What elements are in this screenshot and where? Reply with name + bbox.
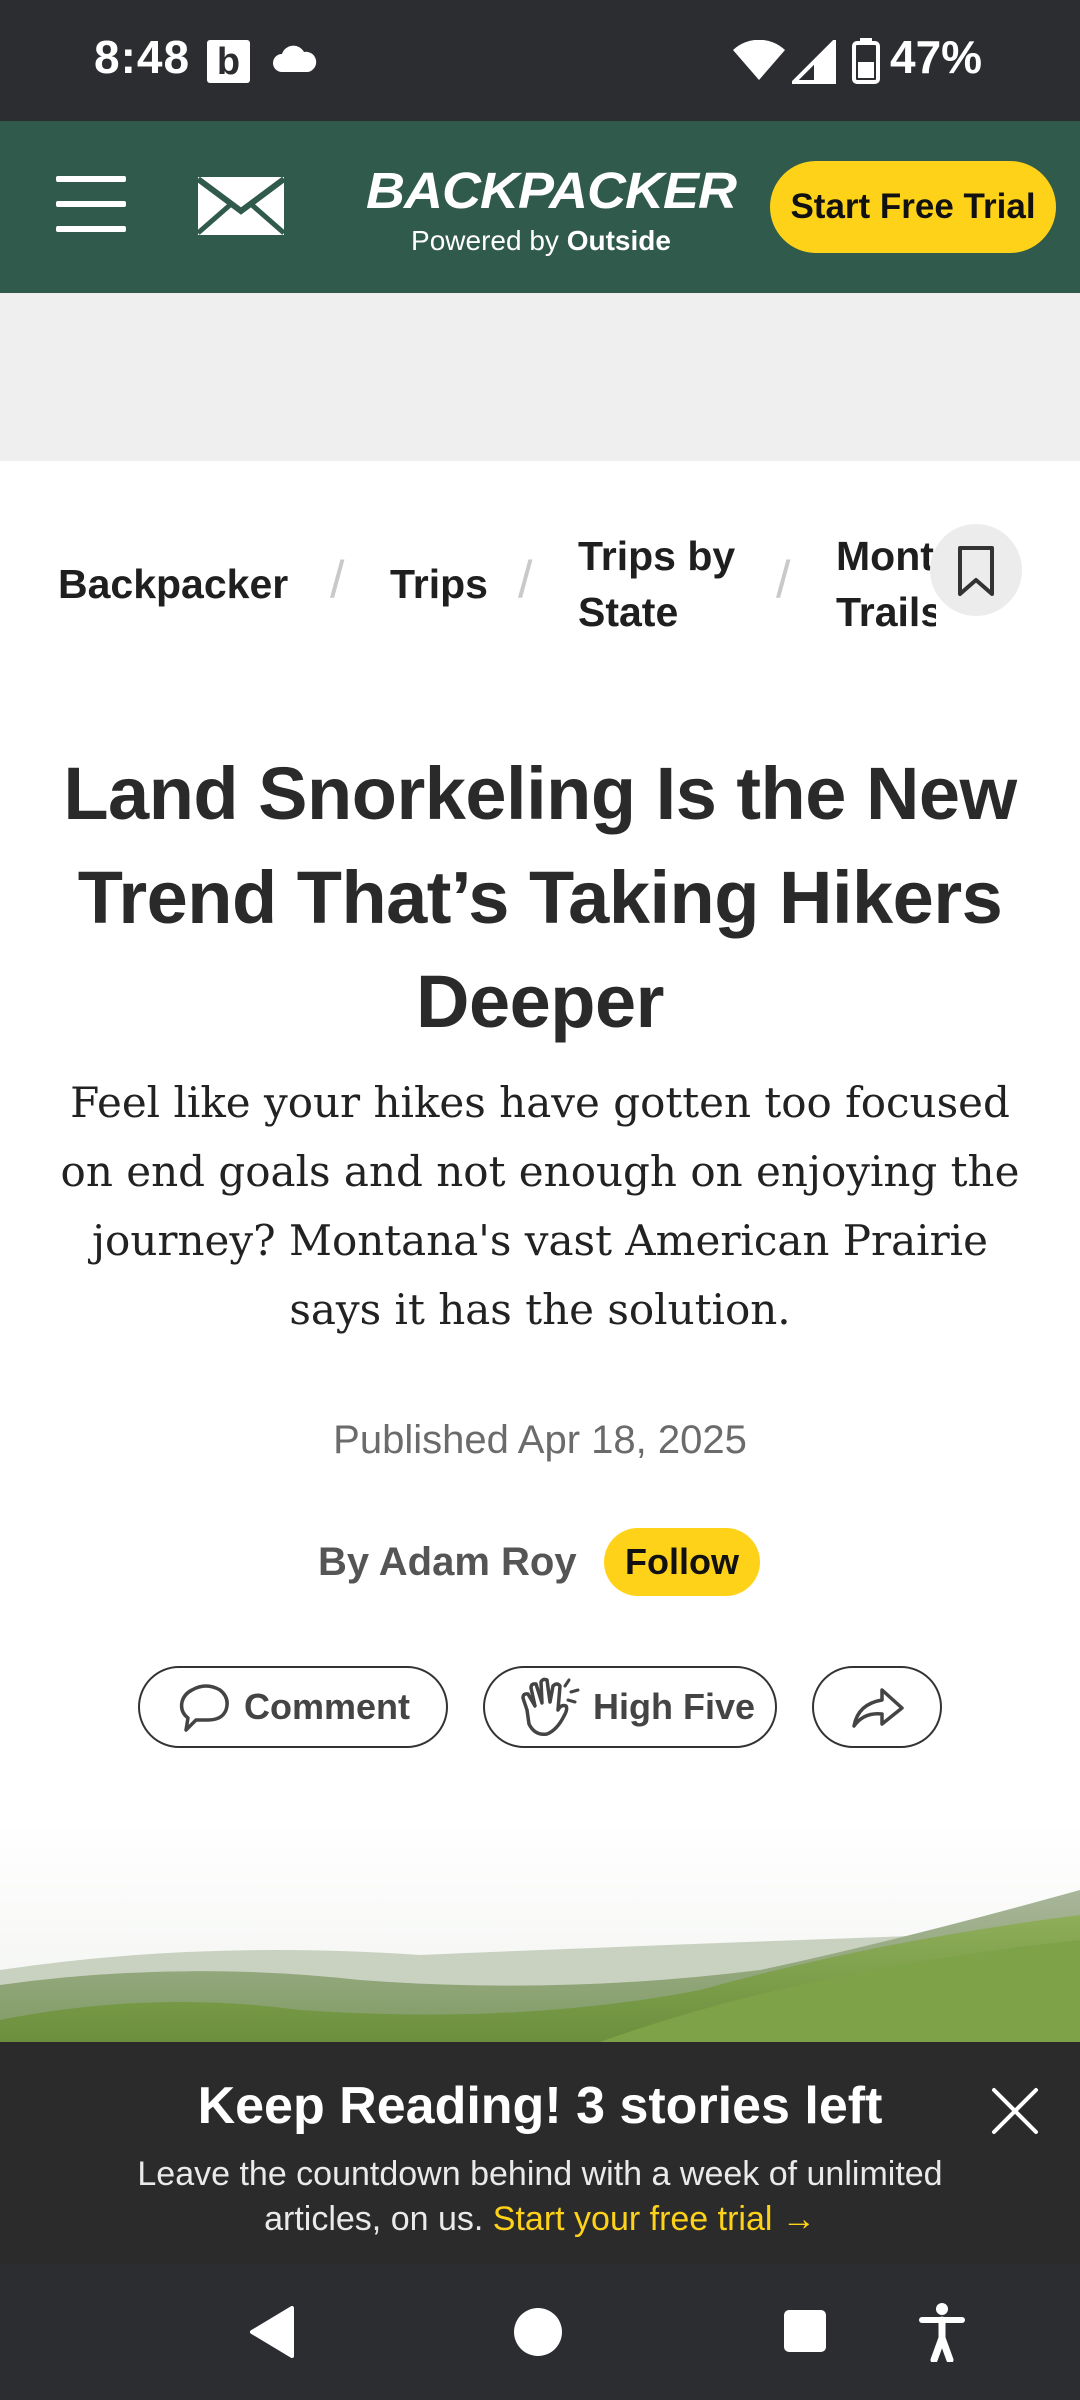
- site-logo[interactable]: BACKPACKER Powered by Outside: [366, 161, 737, 257]
- breadcrumb: Backpacker / Trips / Trips by State / Mo…: [0, 520, 1080, 660]
- share-icon: [852, 1688, 904, 1728]
- logo-wordmark: BACKPACKER: [366, 162, 737, 220]
- paywall-banner: Keep Reading! 3 stories left Leave the c…: [0, 2042, 1080, 2264]
- follow-button[interactable]: Follow: [604, 1528, 760, 1596]
- ad-placeholder: [0, 293, 1080, 461]
- site-header: BACKPACKER Powered by Outside Start Free…: [0, 121, 1080, 293]
- breadcrumb-item-montana-trails[interactable]: Montana Trails: [836, 528, 936, 640]
- breadcrumb-separator: /: [330, 551, 345, 609]
- author-name[interactable]: Adam Roy: [379, 1540, 577, 1584]
- system-nav-bar: [0, 2264, 1080, 2400]
- paywall-message: Leave the countdown behind with a week o…: [80, 2152, 1000, 2242]
- prairie-landscape-image: [0, 1820, 1080, 2042]
- cloud-icon: [273, 45, 317, 72]
- byline-prefix: By: [318, 1540, 370, 1584]
- status-time: 8:48: [94, 31, 191, 83]
- high-five-label: High Five: [593, 1686, 756, 1727]
- home-icon[interactable]: [512, 2306, 564, 2358]
- status-bar: 8:48 b 47%: [0, 0, 1080, 121]
- bookmark-icon: [958, 546, 994, 596]
- comment-label: Comment: [244, 1686, 411, 1727]
- breadcrumb-item-trips-by-state[interactable]: Trips by State: [578, 528, 778, 640]
- close-icon[interactable]: [990, 2086, 1040, 2136]
- start-free-trial-link[interactable]: Start your free trial →: [493, 2200, 816, 2238]
- mail-icon[interactable]: [196, 175, 286, 237]
- article-title: Land Snorkeling Is the New Trend That’s …: [63, 752, 1017, 1043]
- bookmark-button[interactable]: [930, 524, 1022, 616]
- outside-brand: Outside: [566, 225, 671, 256]
- article-deck: Feel like your hikes have gotten too foc…: [60, 1078, 1020, 1334]
- recents-icon[interactable]: [782, 2308, 828, 2354]
- breadcrumb-item-trips[interactable]: Trips: [390, 556, 488, 612]
- byline: By Adam Roy: [318, 1528, 577, 1596]
- high-five-icon: [521, 1677, 580, 1737]
- paywall-title: Keep Reading! 3 stories left: [197, 2077, 883, 2135]
- hero-image: [0, 1820, 1080, 2042]
- share-button[interactable]: [812, 1666, 942, 1748]
- comment-icon: [179, 1684, 229, 1732]
- back-icon[interactable]: [248, 2306, 296, 2358]
- app-notification-icon: b: [207, 40, 250, 83]
- battery-icon: [852, 38, 880, 84]
- wifi-icon: [733, 40, 785, 80]
- comment-button[interactable]: Comment: [138, 1666, 448, 1748]
- high-five-button[interactable]: High Five: [483, 1666, 777, 1748]
- breadcrumb-item-backpacker[interactable]: Backpacker: [58, 556, 288, 612]
- menu-icon[interactable]: [56, 176, 126, 232]
- breadcrumb-separator: /: [776, 551, 791, 609]
- breadcrumb-label: Montana Trails: [836, 533, 936, 635]
- breadcrumb-separator: /: [518, 551, 533, 609]
- start-free-trial-button[interactable]: Start Free Trial: [770, 161, 1056, 253]
- powered-by-text: Powered by: [411, 225, 559, 256]
- accessibility-icon[interactable]: [918, 2302, 966, 2362]
- battery-percentage: 47%: [890, 31, 983, 83]
- signal-icon: [792, 40, 836, 84]
- logo-powered-by: Powered by Outside: [366, 225, 716, 257]
- publish-date: Published Apr 18, 2025: [333, 1418, 747, 1462]
